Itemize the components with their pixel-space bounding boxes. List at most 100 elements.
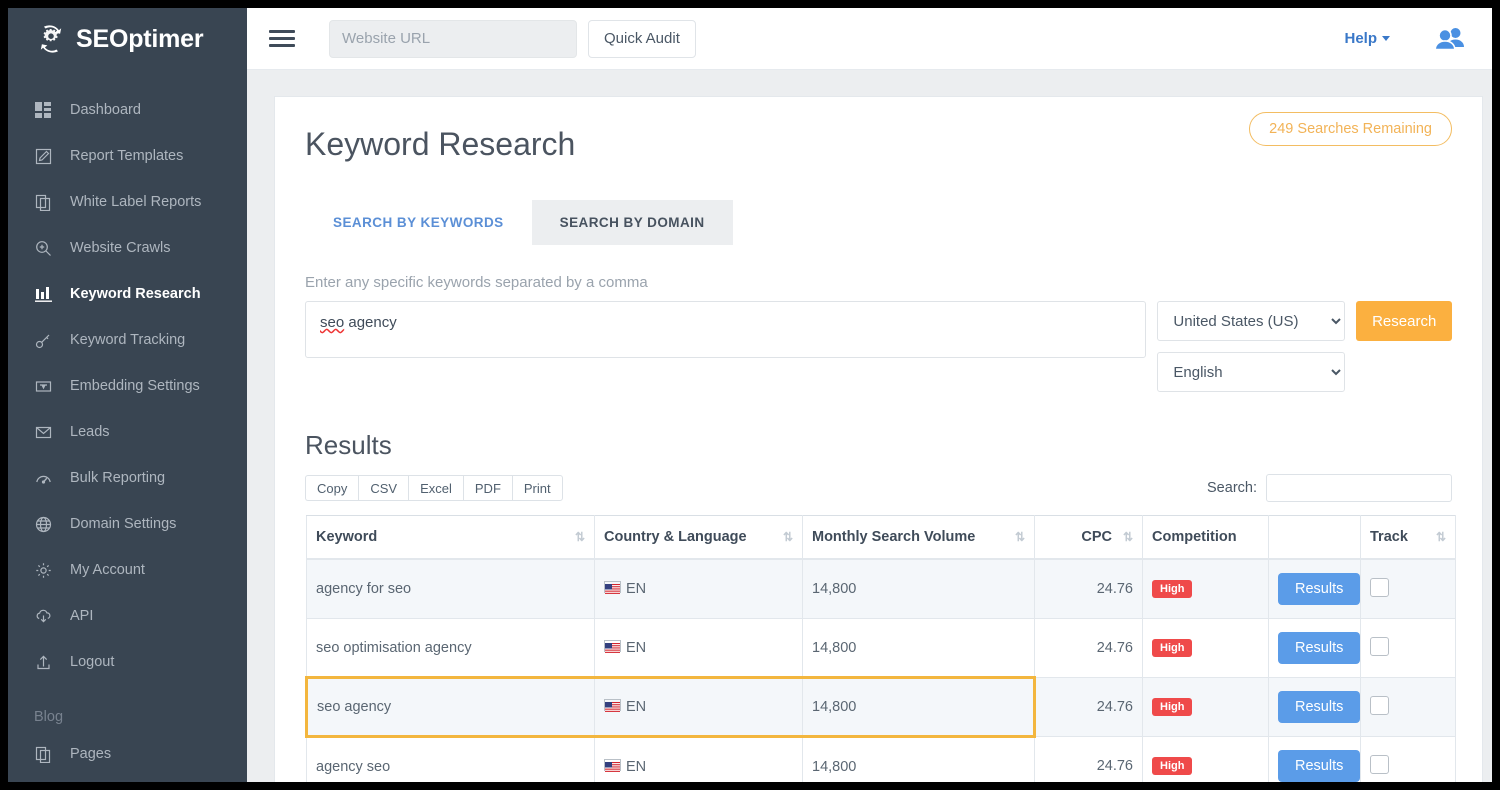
table-search-label: Search: bbox=[1207, 480, 1257, 496]
table-row[interactable]: seo optimisation agency EN 14,800 24.76 … bbox=[307, 619, 1456, 678]
country-select[interactable]: United States (US) bbox=[1157, 301, 1345, 341]
sidebar-item-keyword-tracking[interactable]: Keyword Tracking bbox=[8, 317, 247, 363]
tab-search-by-keywords[interactable]: SEARCH BY KEYWORDS bbox=[305, 200, 532, 245]
cell-country-language: EN bbox=[595, 559, 803, 619]
excel-button[interactable]: Excel bbox=[408, 475, 463, 501]
column-header-monthly-search-volume[interactable]: Monthly Search Volume ⇅ bbox=[803, 516, 1035, 560]
cell-cpc: 24.76 bbox=[1035, 737, 1143, 783]
track-checkbox[interactable] bbox=[1370, 578, 1389, 597]
cell-cpc: 24.76 bbox=[1035, 619, 1143, 678]
language-select[interactable]: English bbox=[1157, 352, 1345, 392]
copy-pages-icon bbox=[34, 745, 52, 763]
website-url-input[interactable] bbox=[329, 20, 577, 58]
table-search-input[interactable] bbox=[1266, 474, 1452, 502]
column-header-country-language[interactable]: Country & Language ⇅ bbox=[595, 516, 803, 560]
cell-country-language: EN bbox=[595, 678, 803, 737]
gear-refresh-logo-icon bbox=[35, 23, 67, 55]
help-menu[interactable]: Help bbox=[1344, 30, 1390, 47]
country-code: EN bbox=[626, 699, 646, 715]
keywords-textarea[interactable]: seo agency bbox=[305, 301, 1146, 358]
keyword-results-table: Keyword ⇅ Country & Language ⇅ Monthly S… bbox=[305, 515, 1456, 782]
users-icon[interactable] bbox=[1434, 26, 1466, 52]
sidebar-item-leads[interactable]: Leads bbox=[8, 409, 247, 455]
cell-competition: High bbox=[1143, 619, 1269, 678]
keywords-field-label: Enter any specific keywords separated by… bbox=[305, 274, 1452, 291]
sidebar-item-white-label-reports[interactable]: White Label Reports bbox=[8, 179, 247, 225]
column-header-competition[interactable]: Competition bbox=[1143, 516, 1269, 560]
column-header-track[interactable]: Track ⇅ bbox=[1361, 516, 1456, 560]
sidebar-section-blog: Blog bbox=[8, 685, 247, 731]
column-header-cpc[interactable]: CPC ⇅ bbox=[1035, 516, 1143, 560]
cell-competition: High bbox=[1143, 678, 1269, 737]
column-label: Country & Language bbox=[604, 529, 747, 545]
sort-icon[interactable]: ⇅ bbox=[1015, 531, 1025, 543]
column-header-actions bbox=[1269, 516, 1361, 560]
sidebar-item-label: API bbox=[70, 608, 93, 624]
sidebar-item-label: Report Templates bbox=[70, 148, 183, 164]
sidebar-item-report-templates[interactable]: Report Templates bbox=[8, 133, 247, 179]
brand-name: SEOptimer bbox=[76, 25, 203, 54]
sidebar-item-embedding-settings[interactable]: Embedding Settings bbox=[8, 363, 247, 409]
brand-logo-area[interactable]: SEOptimer bbox=[8, 8, 247, 70]
tab-search-by-domain[interactable]: SEARCH BY DOMAIN bbox=[532, 200, 733, 245]
sidebar-item-label: Keyword Research bbox=[70, 286, 201, 302]
sort-icon[interactable]: ⇅ bbox=[783, 531, 793, 543]
research-button[interactable]: Research bbox=[1356, 301, 1452, 341]
sidebar-item-pages[interactable]: Pages bbox=[8, 731, 247, 777]
column-header-keyword[interactable]: Keyword ⇅ bbox=[307, 516, 595, 560]
sidebar-item-bulk-reporting[interactable]: Bulk Reporting bbox=[8, 455, 247, 501]
sidebar-item-keyword-research[interactable]: Keyword Research bbox=[8, 271, 247, 317]
csv-button[interactable]: CSV bbox=[358, 475, 408, 501]
table-row[interactable]: agency for seo EN 14,800 24.76 High Resu… bbox=[307, 559, 1456, 619]
upload-logout-icon bbox=[34, 653, 52, 671]
sort-icon[interactable]: ⇅ bbox=[575, 531, 585, 543]
copy-button[interactable]: Copy bbox=[305, 475, 358, 501]
table-row[interactable]: agency seo EN 14,800 24.76 High Results bbox=[307, 737, 1456, 783]
sidebar-item-my-account[interactable]: My Account bbox=[8, 547, 247, 593]
track-checkbox[interactable] bbox=[1370, 755, 1389, 774]
cell-country-language: EN bbox=[595, 737, 803, 783]
us-flag-icon bbox=[604, 640, 621, 652]
sidebar-item-domain-settings[interactable]: Domain Settings bbox=[8, 501, 247, 547]
sidebar-item-label: Pages bbox=[70, 746, 111, 762]
key-icon bbox=[34, 331, 52, 349]
sidebar-item-website-crawls[interactable]: Website Crawls bbox=[8, 225, 247, 271]
sidebar-item-label: Keyword Tracking bbox=[70, 332, 185, 348]
sort-icon[interactable]: ⇅ bbox=[1123, 531, 1133, 543]
row-results-button[interactable]: Results bbox=[1278, 750, 1360, 782]
card-inner: Keyword Research 249 Searches Remaining … bbox=[275, 97, 1482, 782]
sort-icon[interactable]: ⇅ bbox=[1436, 531, 1446, 543]
table-row-highlighted[interactable]: seo agency EN 14,800 24.76 High Results bbox=[307, 678, 1456, 737]
sidebar-item-label: My Account bbox=[70, 562, 145, 578]
track-checkbox[interactable] bbox=[1370, 696, 1389, 715]
cell-keyword: agency for seo bbox=[307, 559, 595, 619]
sidebar-item-dashboard[interactable]: Dashboard bbox=[8, 87, 247, 133]
pdf-button[interactable]: PDF bbox=[463, 475, 512, 501]
table-toolbar: Copy CSV Excel PDF Print Search: bbox=[305, 474, 1452, 502]
us-flag-icon bbox=[604, 759, 621, 771]
cell-keyword: seo optimisation agency bbox=[307, 619, 595, 678]
track-checkbox[interactable] bbox=[1370, 637, 1389, 656]
cell-volume: 14,800 bbox=[803, 737, 1035, 783]
chevron-down-icon bbox=[1382, 36, 1390, 41]
search-zoom-icon bbox=[34, 239, 52, 257]
row-results-button[interactable]: Results bbox=[1278, 573, 1360, 605]
sidebar-item-label: Leads bbox=[70, 424, 110, 440]
quick-audit-button[interactable]: Quick Audit bbox=[588, 20, 696, 58]
sidebar-item-api[interactable]: API bbox=[8, 593, 247, 639]
edit-document-icon bbox=[34, 147, 52, 165]
sidebar-item-label: Embedding Settings bbox=[70, 378, 200, 394]
cell-cpc: 24.76 bbox=[1035, 559, 1143, 619]
hamburger-icon[interactable] bbox=[269, 26, 295, 51]
sidebar-item-label: Website Crawls bbox=[70, 240, 170, 256]
row-results-button[interactable]: Results bbox=[1278, 691, 1360, 723]
print-button[interactable]: Print bbox=[512, 475, 563, 501]
row-results-button[interactable]: Results bbox=[1278, 632, 1360, 664]
sidebar-item-logout[interactable]: Logout bbox=[8, 639, 247, 685]
sidebar: SEOptimer Dashboard Report Templates Whi bbox=[8, 8, 247, 782]
column-label: Monthly Search Volume bbox=[812, 529, 975, 545]
sidebar-item-label: White Label Reports bbox=[70, 194, 201, 210]
searches-remaining-badge[interactable]: 249 Searches Remaining bbox=[1249, 112, 1452, 146]
cell-action: Results bbox=[1269, 737, 1361, 783]
column-label: Competition bbox=[1152, 529, 1237, 545]
